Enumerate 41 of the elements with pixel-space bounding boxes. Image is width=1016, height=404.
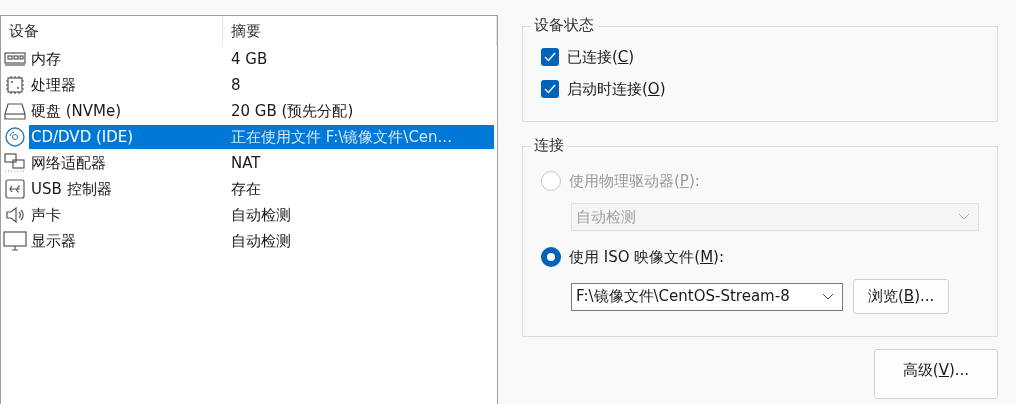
- memory-icon: [4, 52, 26, 66]
- device-name[interactable]: CD/DVD (IDE): [29, 125, 223, 149]
- device-summary[interactable]: 20 GB (预先分配): [223, 99, 494, 123]
- device-name[interactable]: 硬盘 (NVMe): [29, 99, 223, 123]
- radio-button[interactable]: [541, 247, 561, 267]
- checkbox-label[interactable]: 已连接(C): [567, 47, 635, 67]
- column-header[interactable]: 设备: [1, 16, 223, 46]
- column-header[interactable]: 摘要: [223, 16, 497, 46]
- check-icon: [544, 84, 556, 94]
- device-name[interactable]: USB 控制器: [29, 177, 223, 201]
- check-icon: [544, 52, 556, 62]
- device-name[interactable]: 内存: [29, 47, 223, 71]
- checkbox[interactable]: [541, 80, 559, 98]
- device-summary[interactable]: 4 GB: [223, 47, 494, 71]
- checkbox[interactable]: [541, 48, 559, 66]
- group-title: 设备状态: [531, 16, 597, 35]
- network-icon: [4, 153, 26, 173]
- chevron-down-icon: [958, 213, 970, 221]
- dropdown[interactable]: F:\镜像文件\CentOS-Stream-8: [571, 282, 843, 311]
- chevron-down-icon: [822, 292, 834, 301]
- group-title: 连接: [531, 136, 567, 155]
- disc-icon: [5, 127, 25, 147]
- checkbox-label[interactable]: 启动时连接(O): [567, 79, 666, 99]
- device-name[interactable]: 处理器: [29, 73, 223, 97]
- chip-icon: [5, 75, 25, 95]
- advanced-button[interactable]: 高级(V)...: [874, 349, 998, 399]
- device-summary[interactable]: 自动检测: [223, 203, 494, 227]
- hard-drive-icon: [4, 102, 26, 120]
- device-name[interactable]: 显示器: [29, 229, 223, 253]
- device-summary[interactable]: 正在使用文件 F:\镜像文件\Cen...: [223, 125, 494, 149]
- device-summary[interactable]: 自动检测: [223, 229, 494, 253]
- monitor-icon: [3, 231, 27, 251]
- device-name[interactable]: 网络适配器: [29, 151, 223, 175]
- device-summary[interactable]: NAT: [223, 151, 494, 175]
- usb-icon: [5, 179, 25, 199]
- browse-button[interactable]: 浏览(B)...: [853, 279, 950, 314]
- device-summary[interactable]: 存在: [223, 177, 494, 201]
- device-summary[interactable]: 8: [223, 73, 494, 97]
- device-name[interactable]: 声卡: [29, 203, 223, 227]
- radio-label[interactable]: 使用 ISO 映像文件(M):: [569, 247, 724, 267]
- speaker-icon: [5, 206, 25, 224]
